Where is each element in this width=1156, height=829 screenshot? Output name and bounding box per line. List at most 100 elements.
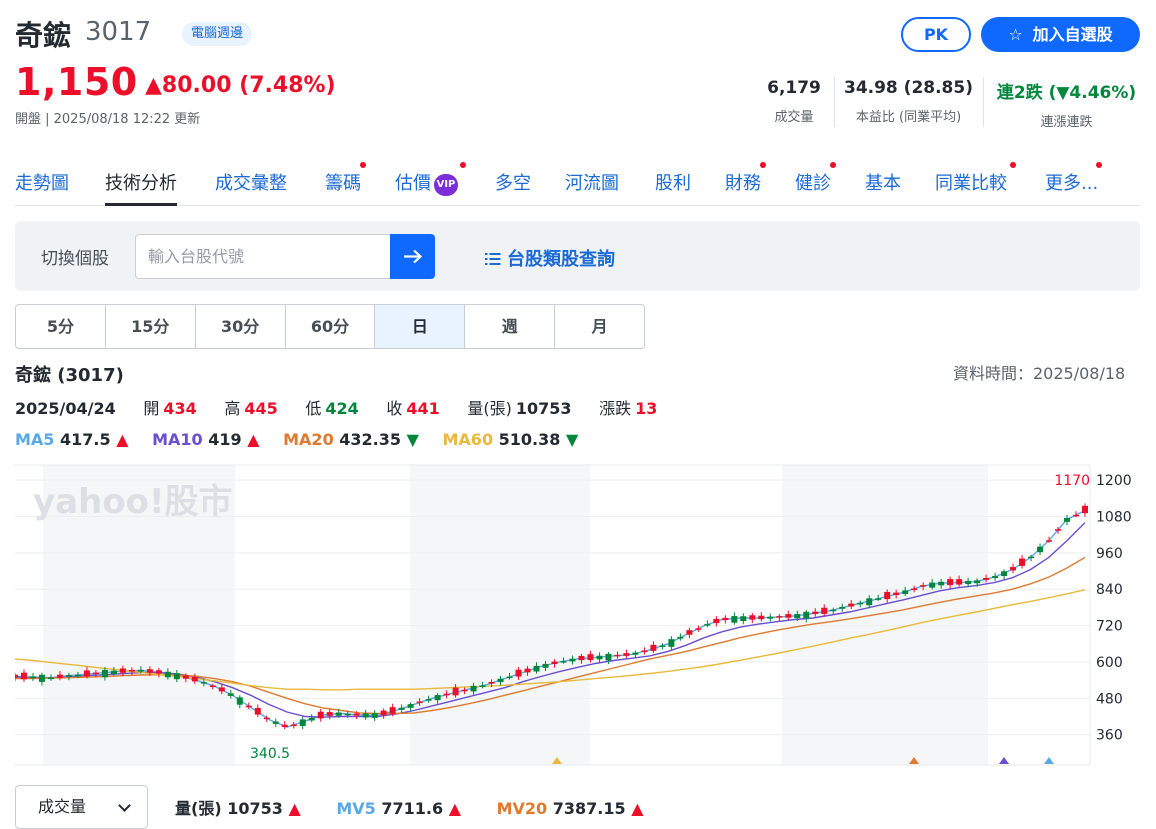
tab-technical[interactable]: 技術分析: [105, 169, 177, 206]
candle-body: [164, 671, 171, 678]
y-tick-label: 1200: [1096, 473, 1132, 489]
event-marker[interactable]: [999, 757, 1009, 764]
candle-body: [92, 672, 99, 675]
stat-streak-value: 連2跌 (▼4.46%): [996, 83, 1137, 103]
y-tick-label: 600: [1096, 655, 1123, 671]
candle-body: [641, 650, 648, 653]
tab-chips[interactable]: 籌碼: [325, 169, 361, 195]
close-value: 441: [406, 399, 440, 418]
low-value: 424: [325, 399, 359, 418]
mv20-label: MV20: [496, 799, 548, 818]
candle-body: [893, 592, 900, 596]
candle-body: [200, 682, 207, 684]
tab-basic[interactable]: 基本: [865, 169, 901, 195]
candle-body: [929, 582, 936, 588]
candle-body: [632, 652, 639, 655]
switch-stock-label: 切換個股: [41, 249, 109, 269]
category-query-label: 台股類股查詢: [507, 249, 615, 270]
candle-body: [146, 669, 153, 673]
candle-body: [1073, 514, 1080, 517]
candle-body: [839, 607, 846, 609]
period-week[interactable]: 週: [465, 305, 556, 348]
period-30min[interactable]: 30分: [196, 305, 286, 348]
candle-body: [884, 591, 891, 600]
price-chart[interactable]: yahoo!股市 1200 1080 960 840 720 600 480 360 1170…: [15, 463, 1140, 768]
candle-body: [155, 670, 162, 674]
tab-river-chart[interactable]: 河流圖: [565, 169, 619, 195]
period-day[interactable]: 日: [375, 305, 466, 348]
period-15min[interactable]: 15分: [106, 305, 196, 348]
candle-body: [578, 655, 585, 661]
tab-long-short[interactable]: 多空: [495, 169, 531, 195]
mv20-dir: ▲: [631, 799, 644, 818]
candle-body: [965, 580, 972, 585]
candle-body: [515, 669, 522, 677]
stock-code-input[interactable]: [135, 234, 391, 279]
y-tick-label: 960: [1096, 546, 1123, 562]
candle-body: [353, 713, 360, 716]
tab-trade-summary[interactable]: 成交彙整: [215, 169, 287, 195]
period-selector: 5分 15分 30分 60分 日 週 月: [15, 304, 645, 349]
candle-body: [587, 654, 594, 661]
indicator-select-label: 成交量: [38, 797, 87, 816]
vol-label: 量(張): [175, 799, 222, 818]
search-submit-button[interactable]: [390, 234, 435, 279]
candle-body: [902, 590, 909, 594]
y-axis-ticks: 1200 1080 960 840 720 600 480 360: [1096, 473, 1132, 744]
candle-body: [29, 676, 36, 679]
candle-body: [245, 705, 252, 708]
max-price-label: 1170: [1054, 473, 1090, 489]
stat-volume: 6,179 成交量: [760, 78, 828, 125]
period-month[interactable]: 月: [555, 305, 644, 348]
tab-health[interactable]: 健診: [795, 169, 831, 195]
tab-trend[interactable]: 走勢圖: [15, 169, 69, 195]
candle-body: [407, 704, 414, 708]
event-marker[interactable]: [1044, 757, 1054, 764]
candle-body: [803, 611, 810, 619]
stat-volume-value: 6,179: [767, 78, 821, 98]
notification-dot: [360, 162, 366, 168]
candle-body: [875, 598, 882, 600]
candle-body: [335, 712, 342, 716]
candle-body: [299, 719, 306, 726]
candle-body: [542, 663, 549, 668]
star-icon: ☆: [1008, 25, 1023, 44]
y-tick-label: 840: [1096, 582, 1123, 598]
period-5min[interactable]: 5分: [16, 305, 106, 348]
candle-body: [74, 674, 81, 677]
candle-body: [956, 579, 963, 585]
candle-body: [920, 585, 927, 587]
sector-badge[interactable]: 電腦週邊: [182, 22, 253, 46]
candle-body: [830, 609, 837, 612]
pk-button[interactable]: PK: [901, 17, 971, 52]
divider: [983, 77, 984, 127]
candle-body: [1001, 571, 1008, 576]
candle-body: [650, 644, 657, 651]
candle-body: [776, 616, 783, 618]
tab-valuation[interactable]: 估價 VIP: [395, 169, 458, 196]
ohlc-info: 2025/04/24 開 434 高 445 低 424 收 441 量(張) 10753…: [15, 395, 661, 419]
candle-body: [740, 616, 747, 622]
ma20-label: MA20: [283, 430, 334, 449]
stat-streak-label: 連漲連跌: [1040, 115, 1093, 130]
candle-body: [713, 618, 720, 624]
stock-name: 奇鋐: [15, 19, 72, 52]
tab-more[interactable]: 更多...: [1045, 169, 1098, 195]
candle-body: [749, 615, 756, 620]
month-shade: [410, 465, 590, 765]
tab-peer-compare[interactable]: 同業比較: [935, 169, 1007, 195]
category-query-link[interactable]: 台股類股查詢: [485, 245, 615, 271]
indicator-select[interactable]: 成交量: [15, 785, 148, 829]
data-time: 資料時間：2025/08/18: [953, 364, 1126, 383]
period-60min[interactable]: 60分: [286, 305, 376, 348]
high-label: 高: [224, 399, 241, 418]
min-price-label: 340.5: [250, 746, 290, 762]
ma20-dir: ▼: [406, 430, 419, 449]
candle-body: [191, 676, 198, 682]
tab-dividend[interactable]: 股利: [655, 169, 691, 195]
notification-dot: [1096, 162, 1102, 168]
candle-body: [344, 713, 351, 716]
add-to-watchlist-button[interactable]: ☆ 加入自選股: [981, 17, 1140, 52]
candle-body: [1037, 546, 1044, 553]
tab-financials[interactable]: 財務: [725, 169, 761, 195]
